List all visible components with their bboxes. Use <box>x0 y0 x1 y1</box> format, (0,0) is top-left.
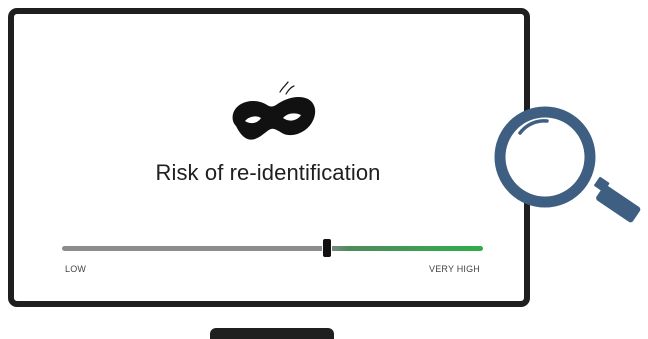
monitor-stand <box>210 328 334 339</box>
mask-icon <box>232 81 316 140</box>
page-title: Risk of re-identification <box>155 160 381 185</box>
risk-slider-track <box>62 246 483 251</box>
monitor-frame <box>8 8 530 307</box>
risk-slider-thumb <box>322 238 333 258</box>
risk-high-label: VERY HIGH <box>429 264 480 274</box>
illustration: Risk of re-identification LOW VERY HIGH <box>0 0 648 339</box>
risk-low-label: LOW <box>65 264 87 274</box>
magnifying-glass-icon <box>494 106 641 223</box>
